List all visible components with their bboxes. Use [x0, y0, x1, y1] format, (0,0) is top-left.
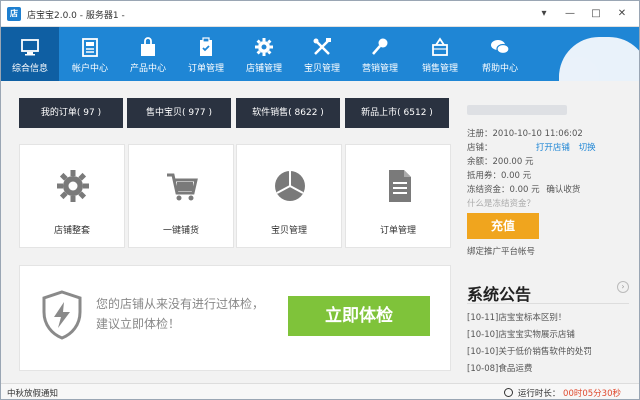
nav-label: 订单管理	[187, 64, 224, 74]
nav-label: 店铺管理	[245, 64, 282, 74]
title-bar: 店 店宝宝2.0.0 - 服务器1 - ▾ — □ ✕	[1, 1, 639, 27]
gear-icon	[57, 170, 89, 202]
shop-label: 店铺：	[467, 143, 493, 153]
notice-item[interactable]: [10-10]店宝宝实物展示店铺	[467, 328, 575, 340]
nav-item-items[interactable]: 宝贝管理	[293, 27, 351, 81]
stat-new-products-button[interactable]: 新品上市( 6512 )	[345, 98, 449, 128]
notice-title: 系统公告	[467, 285, 532, 304]
app-logo-icon: 店	[7, 7, 21, 21]
account-icon	[82, 38, 98, 57]
tile-shop-setup[interactable]: 店铺整套	[19, 144, 125, 248]
divider	[467, 303, 629, 304]
minimize-button[interactable]: —	[557, 5, 583, 23]
nav-item-products[interactable]: 产品中心	[119, 27, 177, 81]
cart-icon	[167, 173, 198, 201]
notice-item[interactable]: [10-10]关于低价销售软件的处罚	[467, 345, 592, 357]
open-shop-link[interactable]: 打开店铺	[536, 143, 570, 153]
switch-shop-link[interactable]: 切换	[579, 143, 596, 153]
bind-account-link[interactable]: 绑定推广平台帐号	[467, 245, 535, 257]
tile-label: 店铺整套	[53, 226, 90, 236]
stat-on-sale-button[interactable]: 售中宝贝( 977 )	[127, 98, 231, 128]
runtime-label: 运行时长：	[517, 389, 561, 399]
username-blurred	[467, 105, 567, 115]
main-content: 我的订单( 97 ) 售中宝贝( 977 ) 软件销售( 8622 ) 新品上市…	[1, 81, 639, 383]
tile-label: 订单管理	[379, 226, 416, 236]
balance: 余额：200.00 元	[467, 157, 534, 167]
nav-item-sales[interactable]: 销售管理	[411, 27, 469, 81]
tile-one-click-listing[interactable]: 一键铺货	[128, 144, 234, 248]
account-info-panel: 注册：2010-10-10 11:06:02 店铺： 打开店铺 切换 余额：20…	[467, 81, 639, 383]
bag-icon	[141, 37, 155, 56]
nav-label: 宝贝管理	[303, 64, 340, 74]
frozen-row: 冻结资金：0.00 元 确认收货	[467, 183, 580, 195]
nav-label: 销售管理	[421, 64, 458, 74]
menu-dropdown-icon[interactable]: ▾	[531, 5, 557, 23]
stat-my-orders-button[interactable]: 我的订单( 97 )	[19, 98, 123, 128]
pie-icon	[275, 171, 305, 201]
window-title: 店宝宝2.0.0 - 服务器1 -	[27, 11, 125, 21]
status-bar: 中秋放假通知 运行时长： 00时05分30秒	[1, 383, 639, 399]
close-button[interactable]: ✕	[609, 5, 635, 23]
nav-label: 综合信息	[11, 64, 48, 74]
nav-label: 产品中心	[129, 64, 166, 74]
monitor-icon	[21, 39, 39, 56]
nav-item-marketing[interactable]: 营销管理	[351, 27, 409, 81]
health-check-message: 您的店铺从来没有进行过体检， 建议立即体检！	[96, 294, 296, 334]
maximize-button[interactable]: □	[583, 5, 609, 23]
chat-icon	[491, 40, 510, 55]
nav-label: 帐户中心	[71, 64, 108, 74]
stat-software-sales-button[interactable]: 软件销售( 8622 )	[236, 98, 340, 128]
document-icon	[389, 170, 411, 202]
notice-item[interactable]: [10-08]食品运费	[467, 362, 532, 374]
gear-icon	[255, 38, 273, 56]
runtime-display: 运行时长： 00时05分30秒	[504, 387, 621, 399]
nav-label: 营销管理	[361, 64, 398, 74]
basket-icon	[432, 37, 448, 56]
start-check-button[interactable]: 立即体检	[288, 296, 430, 336]
runtime-value: 00时05分30秒	[563, 389, 621, 399]
nav-item-account[interactable]: 帐户中心	[61, 27, 119, 81]
notice-more-icon[interactable]: ›	[617, 281, 629, 293]
clipboard-icon	[200, 37, 212, 56]
recharge-button[interactable]: 充值	[467, 213, 539, 239]
clock-icon	[504, 388, 514, 397]
shield-icon	[42, 290, 82, 340]
holiday-notice-link[interactable]: 中秋放假通知	[7, 387, 58, 399]
tile-label: 一键铺货	[162, 226, 199, 236]
tile-label: 宝贝管理	[270, 226, 307, 236]
health-check-line: 建议立即体检！	[96, 317, 181, 331]
confirm-receipt-link[interactable]: 确认收货	[546, 185, 580, 195]
frozen-funds: 冻结资金：0.00 元	[467, 185, 540, 195]
tools-icon	[313, 38, 331, 55]
tile-order-management[interactable]: 订单管理	[345, 144, 451, 248]
voucher: 抵用券：0.00 元	[467, 171, 532, 181]
window-controls: ▾ — □ ✕	[531, 5, 635, 23]
nav-label: 帮助中心	[481, 64, 518, 74]
tile-item-management[interactable]: 宝贝管理	[236, 144, 342, 248]
nav-item-shop[interactable]: 店铺管理	[235, 27, 293, 81]
health-check-panel: 您的店铺从来没有进行过体检， 建议立即体检！ 立即体检	[19, 265, 451, 371]
nav-item-overview[interactable]: 综合信息	[1, 27, 59, 81]
main-nav: 综合信息 帐户中心 产品中心 订单管理 店铺管理 宝贝管理 营销管理 销售管理	[1, 27, 639, 81]
nav-item-help[interactable]: 帮助中心	[471, 27, 529, 81]
register-time: 注册：2010-10-10 11:06:02	[467, 129, 583, 139]
microphone-icon	[372, 38, 388, 55]
shop-row: 店铺： 打开店铺 切换	[467, 141, 596, 153]
notice-item[interactable]: [10-11]店宝宝标本区别！	[467, 311, 566, 323]
health-check-line: 您的店铺从来没有进行过体检，	[96, 297, 265, 311]
app-window: 店 店宝宝2.0.0 - 服务器1 - ▾ — □ ✕ 综合信息 帐户中心 产品…	[0, 0, 640, 400]
what-is-frozen-link[interactable]: 什么是冻结资金？	[467, 197, 535, 209]
nav-item-orders[interactable]: 订单管理	[177, 27, 235, 81]
